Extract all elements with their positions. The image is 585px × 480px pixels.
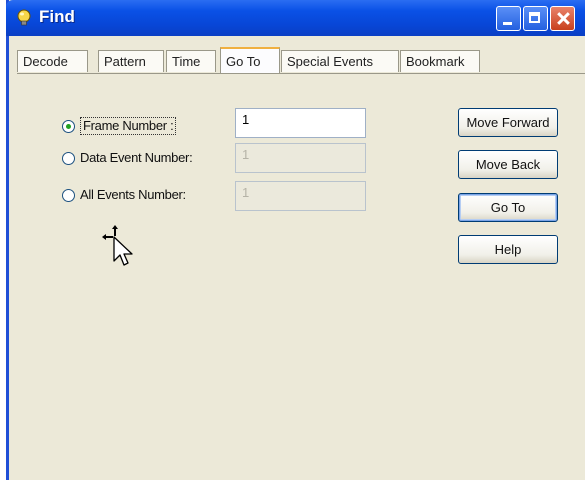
move-forward-button[interactable]: Move Forward [458,108,558,137]
all-events-number-label: All Events Number: [80,187,186,202]
all-events-number-option[interactable]: All Events Number: [62,184,186,206]
move-cursor-icon [102,225,133,266]
tab-strip: Decode Pattern Time Go To Special Events… [17,47,585,74]
move-back-button[interactable]: Move Back [458,150,558,179]
frame-number-option[interactable]: Frame Number : [62,115,177,137]
bulb-icon [17,9,31,26]
close-button[interactable] [550,6,575,31]
window-title: Find [39,7,75,26]
all-events-number-field[interactable]: 1 [235,181,366,211]
data-event-number-label: Data Event Number: [80,150,193,165]
data-event-number-field[interactable]: 1 [235,143,366,173]
all-events-number-radio[interactable] [62,188,75,202]
tab-time[interactable]: Time [166,50,216,72]
help-button[interactable]: Help [458,235,558,264]
frame-number-field[interactable]: 1 [235,108,366,138]
go-to-button[interactable]: Go To [458,193,558,222]
minimize-button[interactable] [496,6,521,31]
tab-decode[interactable]: Decode [17,50,88,72]
tab-go-to[interactable]: Go To [220,47,280,73]
maximize-button[interactable] [523,6,548,31]
frame-number-radio[interactable] [62,119,75,133]
data-event-number-radio[interactable] [62,151,75,165]
data-event-number-option[interactable]: Data Event Number: [62,147,193,169]
tab-bookmark[interactable]: Bookmark [400,50,480,72]
tab-pattern[interactable]: Pattern [98,50,164,72]
tab-special-events[interactable]: Special Events [281,50,399,72]
frame-number-label: Frame Number : [80,117,177,135]
title-bar[interactable]: Find [6,0,585,36]
